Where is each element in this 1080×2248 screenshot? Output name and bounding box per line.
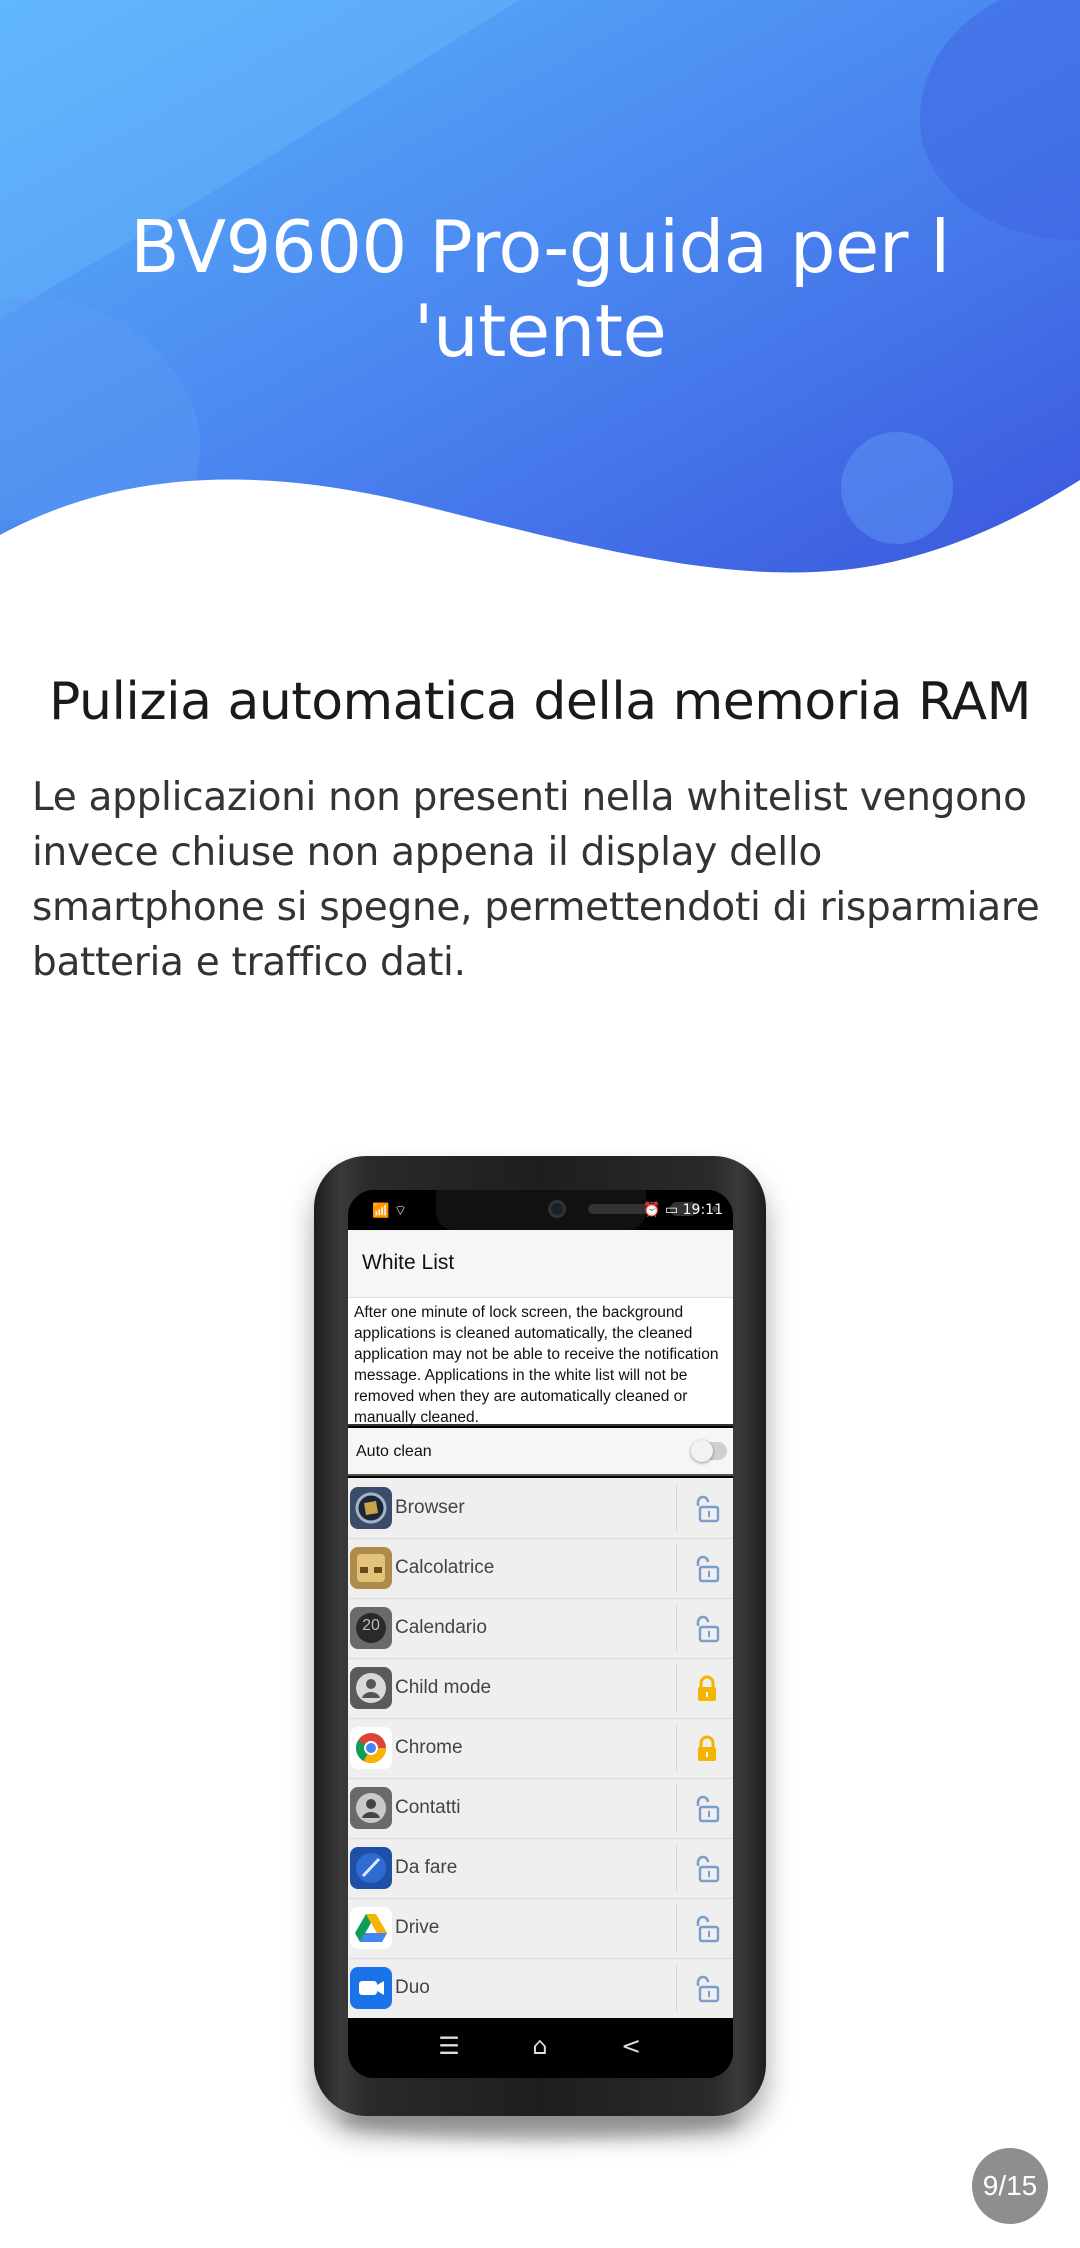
lock-closed-icon[interactable] xyxy=(690,1732,724,1766)
app-row[interactable]: Browser xyxy=(348,1478,733,1539)
signal-wifi-icon: 📶 ⌔ xyxy=(372,1203,408,1219)
app-row[interactable]: Drive xyxy=(348,1898,733,1959)
app-row-label: Calendario xyxy=(395,1617,487,1638)
row-divider xyxy=(676,1544,677,1592)
home-button[interactable]: ⌂ xyxy=(523,2032,557,2064)
auto-clean-label: Auto clean xyxy=(356,1443,432,1460)
row-divider xyxy=(676,1784,677,1832)
menu-button[interactable]: ☰ xyxy=(432,2032,466,2064)
section-body: Le applicazioni non presenti nella white… xyxy=(32,775,1040,985)
browser-icon xyxy=(350,1487,392,1529)
notch xyxy=(436,1190,718,1230)
row-divider xyxy=(676,1844,677,1892)
lock-open-icon[interactable] xyxy=(690,1552,724,1586)
page-title: BV9600 Pro-guida per l 'utente xyxy=(130,205,950,373)
calculator-icon xyxy=(350,1547,392,1589)
nav-bar: ☰ ⌂ < xyxy=(348,2018,733,2078)
todo-icon xyxy=(350,1847,392,1889)
app-row[interactable]: Calcolatrice xyxy=(348,1538,733,1599)
back-button[interactable]: < xyxy=(614,2032,648,2064)
row-divider xyxy=(676,1724,677,1772)
status-bar: 📶 ⌔ ⏰ ▭ 19:11 xyxy=(348,1190,733,1230)
calendar-day-number: 20 xyxy=(362,1617,380,1634)
app-row[interactable]: Chrome xyxy=(348,1718,733,1779)
hero-banner: BV9600 Pro-guida per l 'utente xyxy=(0,0,1080,590)
app-row-label: Duo xyxy=(395,1977,430,1998)
app-list: Browser Calcolatrice 20 Calendario Child mod… xyxy=(348,1478,733,2019)
app-row-label: Child mode xyxy=(395,1677,492,1698)
lock-open-icon[interactable] xyxy=(690,1972,724,2006)
contacts-icon xyxy=(350,1787,392,1829)
lock-closed-icon[interactable] xyxy=(690,1672,724,1706)
app-bar-title: White List xyxy=(362,1251,455,1274)
camera-icon xyxy=(548,1200,566,1218)
child-mode-icon xyxy=(350,1667,392,1709)
toggle-knob xyxy=(691,1440,713,1462)
page-indicator: 9/15 xyxy=(972,2148,1048,2224)
app-row[interactable]: Contatti xyxy=(348,1778,733,1839)
app-row-label: Drive xyxy=(395,1917,440,1938)
duo-icon xyxy=(350,1967,392,2009)
row-divider xyxy=(676,1604,677,1652)
calendar-icon: 20 xyxy=(350,1607,392,1649)
lock-open-icon[interactable] xyxy=(690,1612,724,1646)
lock-open-icon[interactable] xyxy=(690,1792,724,1826)
app-row[interactable]: Da fare xyxy=(348,1838,733,1899)
app-row-label: Da fare xyxy=(395,1857,458,1878)
lock-open-icon[interactable] xyxy=(690,1852,724,1886)
lock-open-icon[interactable] xyxy=(690,1912,724,1946)
lock-open-icon[interactable] xyxy=(690,1492,724,1526)
app-row[interactable]: 20 Calendario xyxy=(348,1598,733,1659)
row-divider xyxy=(676,1664,677,1712)
status-time: ⏰ ▭ 19:11 xyxy=(643,1202,723,1218)
app-row-label: Browser xyxy=(395,1497,465,1518)
drive-icon xyxy=(350,1907,392,1949)
auto-clean-toggle[interactable] xyxy=(691,1440,727,1462)
row-divider xyxy=(676,1484,677,1532)
auto-clean-row[interactable]: Auto clean xyxy=(348,1428,733,1476)
section-title: Pulizia automatica della memoria RAM xyxy=(49,672,1031,732)
app-row-label: Contatti xyxy=(395,1797,461,1818)
app-row[interactable]: Child mode xyxy=(348,1658,733,1719)
app-row[interactable]: Duo xyxy=(348,1958,733,2019)
chrome-icon xyxy=(350,1727,392,1769)
whitelist-info-text: After one minute of lock screen, the bac… xyxy=(348,1298,733,1426)
app-row-label: Calcolatrice xyxy=(395,1557,495,1578)
phone-screen: 📶 ⌔ ⏰ ▭ 19:11 White List After one minut… xyxy=(348,1190,733,2078)
app-row-label: Chrome xyxy=(395,1737,463,1758)
row-divider xyxy=(676,1904,677,1952)
app-bar: White List xyxy=(348,1230,733,1298)
row-divider xyxy=(676,1964,677,2012)
